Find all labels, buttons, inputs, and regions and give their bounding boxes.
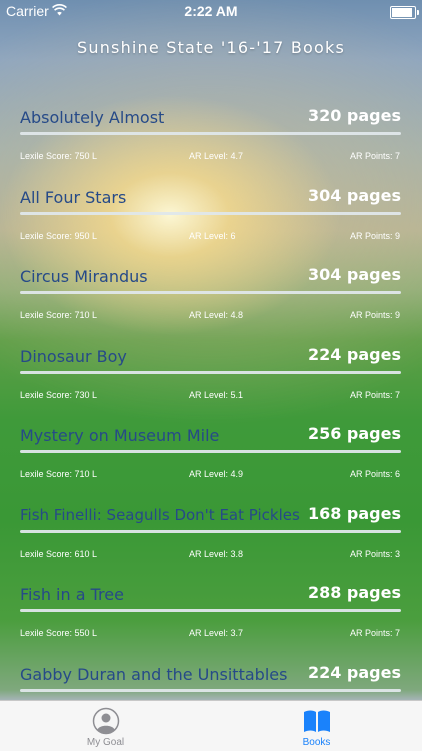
book-title: All Four Stars xyxy=(20,188,127,207)
book-row[interactable]: Fish Finelli: Seagulls Don't Eat Pickles… xyxy=(0,498,422,578)
ar-level: AR Level: 4.9 xyxy=(189,469,244,479)
ar-level: AR Level: 3.7 xyxy=(189,628,244,638)
ar-points: AR Points: 9 xyxy=(349,310,400,320)
ar-points: AR Points: 3 xyxy=(349,549,400,559)
book-row[interactable]: Fish in a Tree 288 pages Lexile Score: 5… xyxy=(0,577,422,657)
status-bar: Carrier 2:22 AM xyxy=(0,0,422,22)
lexile-score: Lexile Score: 710 L xyxy=(20,469,98,479)
row-divider xyxy=(20,609,401,612)
row-divider xyxy=(20,291,401,294)
book-icon xyxy=(302,707,332,739)
book-row[interactable]: Gabby Duran and the Unsittables 224 page… xyxy=(0,657,422,700)
book-row[interactable]: Mystery on Museum Mile 256 pages Lexile … xyxy=(0,418,422,498)
ar-points: AR Points: 7 xyxy=(349,628,400,638)
book-row[interactable]: Absolutely Almost 320 pages Lexile Score… xyxy=(0,100,422,180)
person-icon xyxy=(92,707,120,739)
book-pages: 304 pages xyxy=(307,186,401,205)
book-title: Fish Finelli: Seagulls Don't Eat Pickles xyxy=(20,506,300,524)
row-divider xyxy=(20,212,401,215)
row-divider xyxy=(20,450,401,453)
book-pages: 304 pages xyxy=(307,265,401,284)
ar-points: AR Points: 7 xyxy=(349,151,400,161)
ar-points: AR Points: 9 xyxy=(349,231,400,241)
lexile-score: Lexile Score: 950 L xyxy=(20,231,98,241)
book-title: Gabby Duran and the Unsittables xyxy=(20,665,288,684)
book-pages: 224 pages xyxy=(307,663,401,682)
book-pages: 168 pages xyxy=(307,504,401,523)
row-divider xyxy=(20,132,401,135)
lexile-score: Lexile Score: 710 L xyxy=(20,310,98,320)
ar-level: AR Level: 4.8 xyxy=(189,310,244,320)
book-row[interactable]: Circus Mirandus 304 pages Lexile Score: … xyxy=(0,259,422,339)
lexile-score: Lexile Score: 750 L xyxy=(20,151,98,161)
page-title: Sunshine State '16-'17 Books xyxy=(77,38,345,57)
ar-level: AR Level: 5.1 xyxy=(189,390,244,400)
book-title: Circus Mirandus xyxy=(20,267,148,286)
lexile-score: Lexile Score: 730 L xyxy=(20,390,98,400)
tab-bar: My Goal Books xyxy=(0,700,422,751)
ar-points: AR Points: 6 xyxy=(349,469,400,479)
book-title: Fish in a Tree xyxy=(20,585,124,604)
book-pages: 256 pages xyxy=(307,424,401,443)
row-divider xyxy=(20,689,401,692)
tab-label: My Goal xyxy=(86,737,125,748)
lexile-score: Lexile Score: 610 L xyxy=(20,549,98,559)
ar-level: AR Level: 3.8 xyxy=(189,549,244,559)
book-pages: 320 pages xyxy=(307,106,401,125)
book-list[interactable]: Absolutely Almost 320 pages Lexile Score… xyxy=(0,100,422,700)
row-divider xyxy=(20,371,401,374)
book-title: Absolutely Almost xyxy=(20,108,165,127)
lexile-score: Lexile Score: 550 L xyxy=(20,628,98,638)
tab-my-goal[interactable]: My Goal xyxy=(0,701,211,751)
battery-icon xyxy=(390,6,419,19)
book-pages: 224 pages xyxy=(307,345,401,364)
status-time: 2:22 AM xyxy=(184,3,238,19)
row-divider xyxy=(20,530,401,533)
tab-label: Books xyxy=(302,737,331,748)
book-row[interactable]: All Four Stars 304 pages Lexile Score: 9… xyxy=(0,180,422,260)
book-title: Mystery on Museum Mile xyxy=(20,426,220,445)
book-pages: 288 pages xyxy=(307,583,401,602)
ar-level: AR Level: 6 xyxy=(189,231,236,241)
book-title: Dinosaur Boy xyxy=(20,347,127,366)
book-row[interactable]: Dinosaur Boy 224 pages Lexile Score: 730… xyxy=(0,339,422,419)
ar-level: AR Level: 4.7 xyxy=(189,151,244,161)
ar-points: AR Points: 7 xyxy=(349,390,400,400)
tab-books[interactable]: Books xyxy=(211,701,422,751)
